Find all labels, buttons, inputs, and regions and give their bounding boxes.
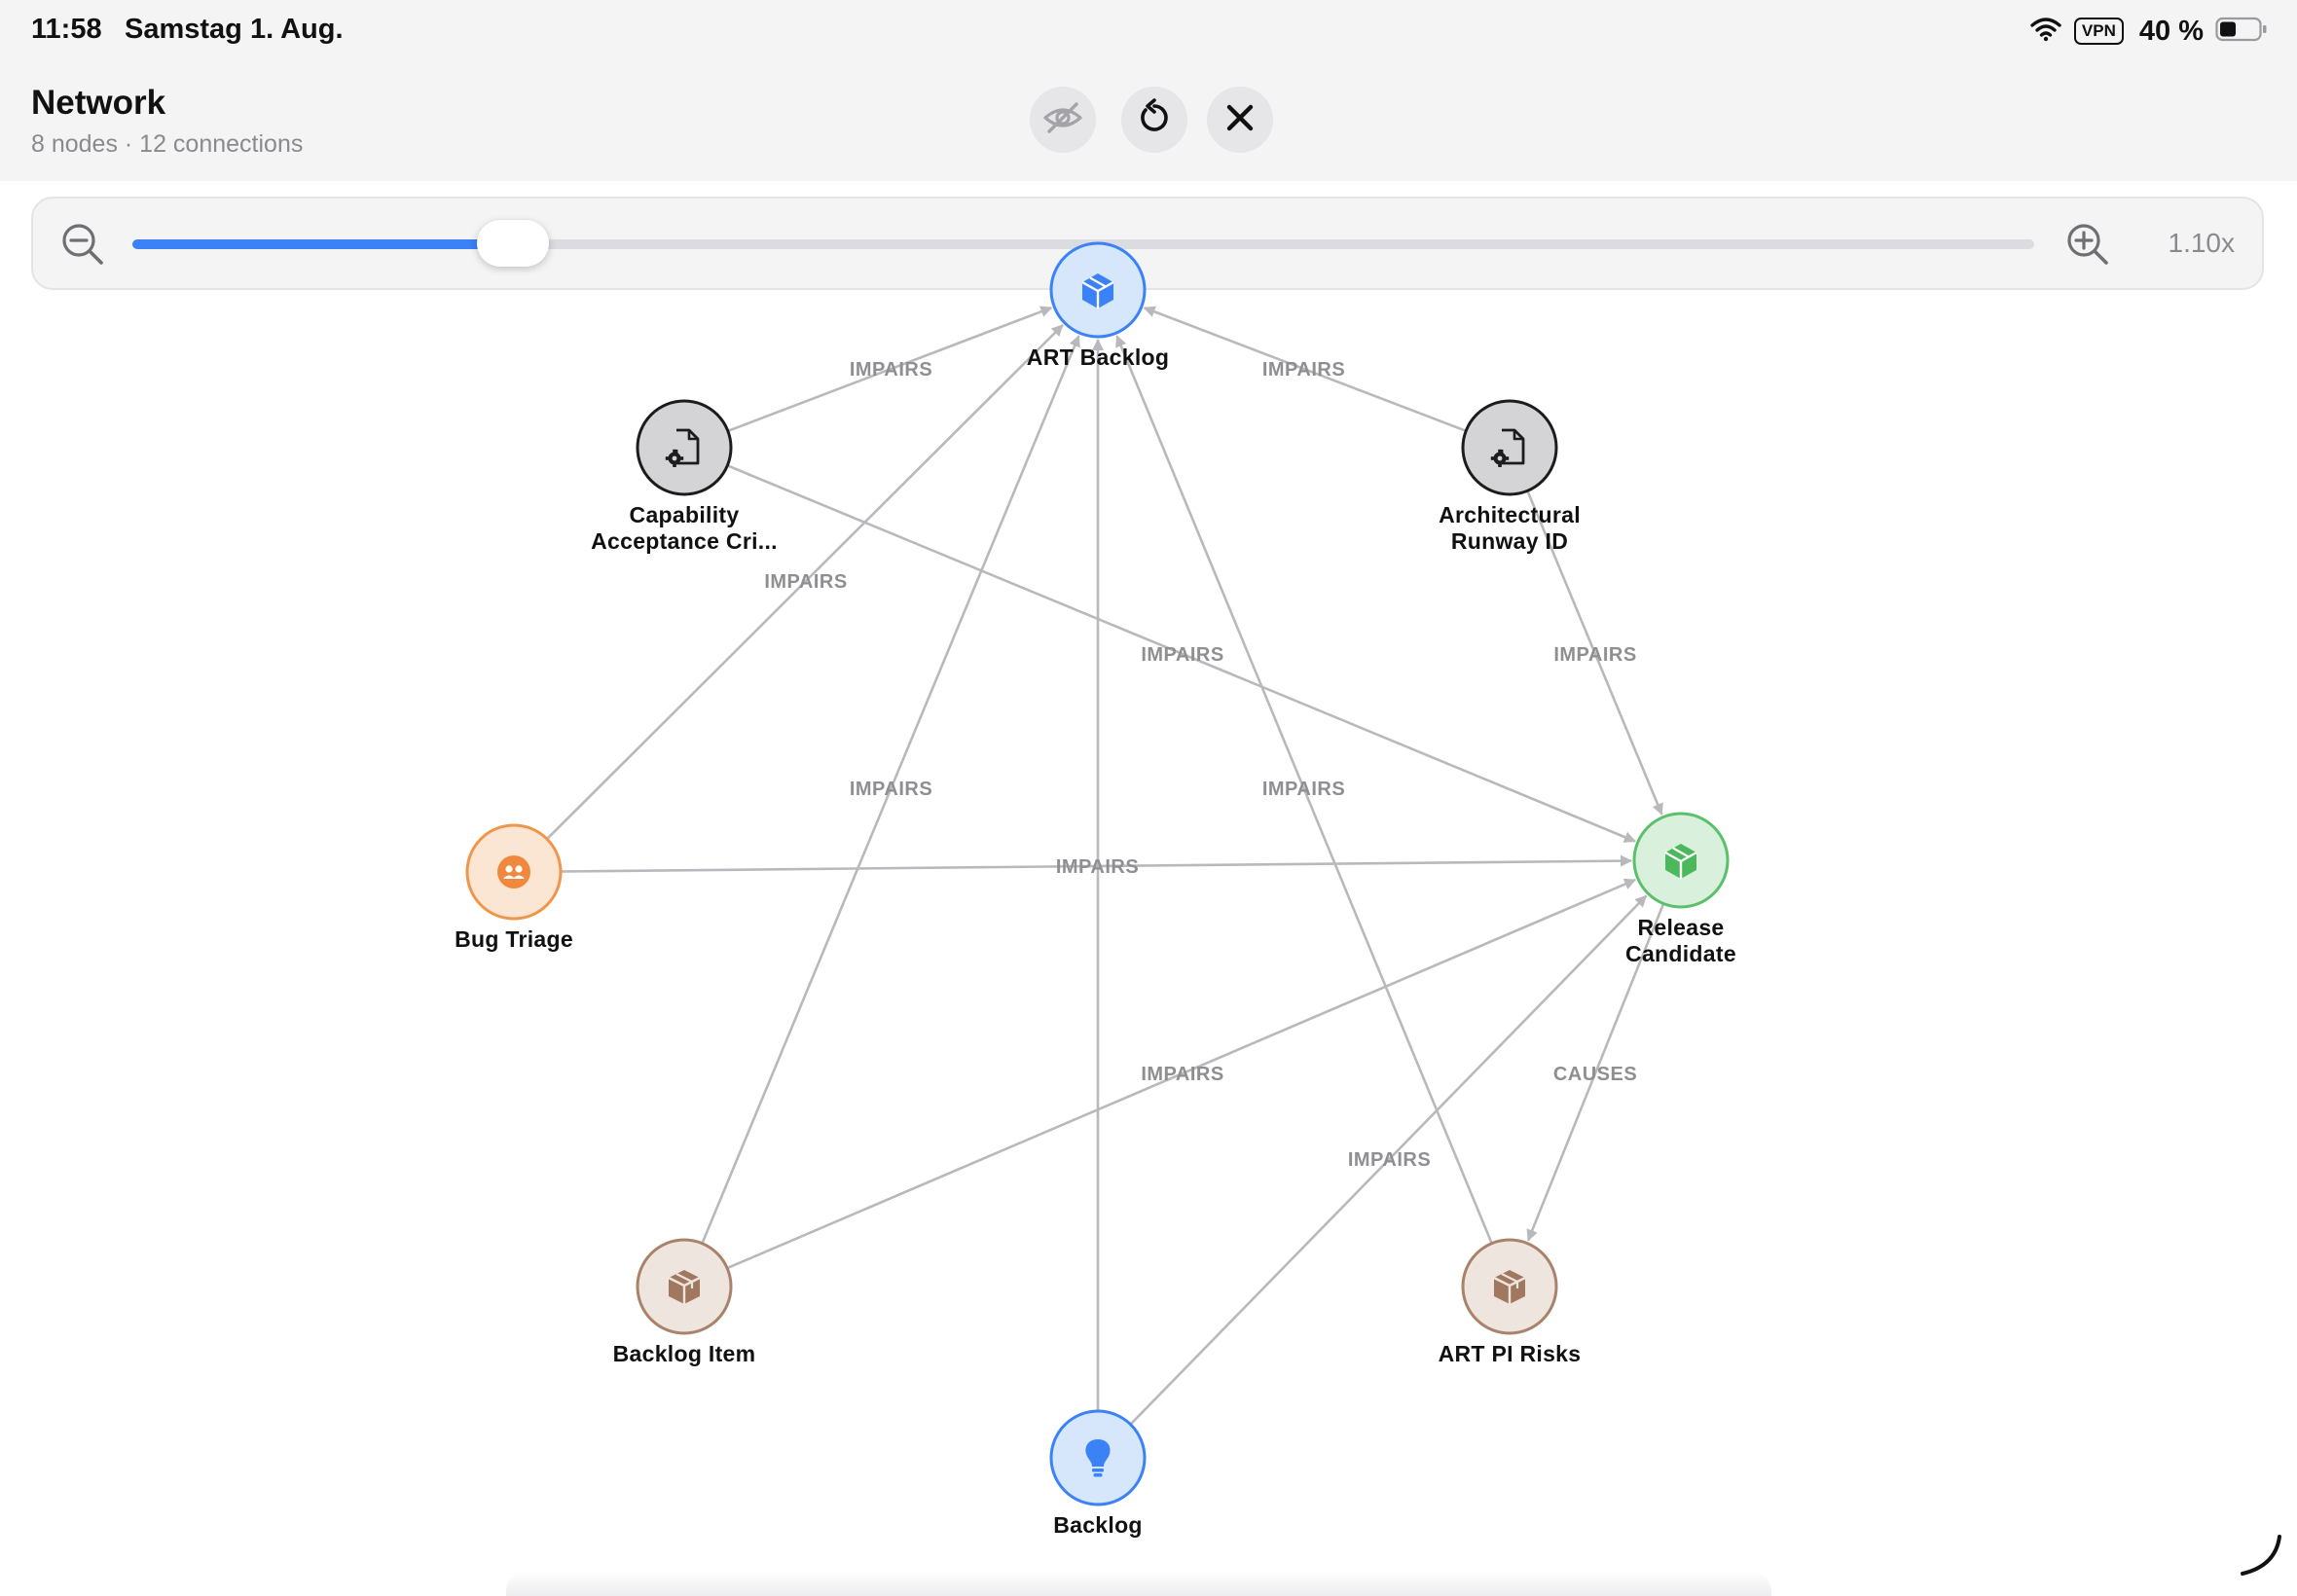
node-architectural[interactable]: ArchitecturalRunway ID: [1439, 399, 1581, 554]
resize-handle-icon[interactable]: [2237, 1531, 2283, 1582]
node-label: Architectural: [1439, 502, 1581, 527]
node-label: Backlog: [1053, 1512, 1143, 1538]
node-circle[interactable]: [1461, 399, 1558, 496]
edge-label: IMPAIRS: [850, 779, 932, 800]
node-backlog-item[interactable]: Backlog Item: [613, 1238, 756, 1366]
node-release[interactable]: ReleaseCandidate: [1625, 812, 1736, 966]
edge-label: IMPAIRS: [1056, 856, 1139, 878]
bottom-sheet-edge: [506, 1572, 1771, 1596]
node-label: Backlog Item: [613, 1341, 756, 1366]
node-label: Candidate: [1625, 941, 1736, 966]
node-bug-triage[interactable]: Bug Triage: [455, 823, 573, 952]
network-graph[interactable]: IMPAIRS IMPAIRS IMPAIRS IMPAIRS IMPAIRS IMPAI…: [0, 0, 2297, 1596]
edge-label: IMPAIRS: [764, 571, 847, 593]
edge-art-pi-risks-art-backlog: [1115, 335, 1512, 1288]
node-label: ART Backlog: [1027, 345, 1169, 370]
node-label: Capability: [630, 502, 740, 527]
node-label: Bug Triage: [455, 926, 573, 952]
node-circle[interactable]: [636, 399, 733, 496]
node-art-pi-risks[interactable]: ART PI Risks: [1439, 1238, 1582, 1366]
edge-label: IMPAIRS: [1553, 644, 1636, 666]
edge-label: IMPAIRS: [1141, 644, 1223, 666]
edge-label: IMPAIRS: [1348, 1149, 1431, 1171]
edge-label: IMPAIRS: [1262, 779, 1345, 800]
node-label: ART PI Risks: [1439, 1341, 1582, 1366]
nodes-layer: ART Backlog CapabilityAcceptance Cri... Ar…: [455, 241, 1736, 1538]
edge-label: CAUSES: [1553, 1064, 1637, 1085]
edge-backlog-release: [1097, 894, 1648, 1459]
edge-label: IMPAIRS: [850, 359, 932, 381]
node-label: Acceptance Cri...: [591, 528, 778, 554]
people-icon: [497, 855, 530, 889]
node-label: Runway ID: [1451, 528, 1568, 554]
node-art-backlog[interactable]: ART Backlog: [1027, 241, 1169, 370]
node-backlog[interactable]: Backlog: [1049, 1409, 1147, 1538]
edge-label: IMPAIRS: [1262, 359, 1345, 381]
edge-label: IMPAIRS: [1141, 1064, 1223, 1085]
node-label: Release: [1637, 915, 1724, 940]
